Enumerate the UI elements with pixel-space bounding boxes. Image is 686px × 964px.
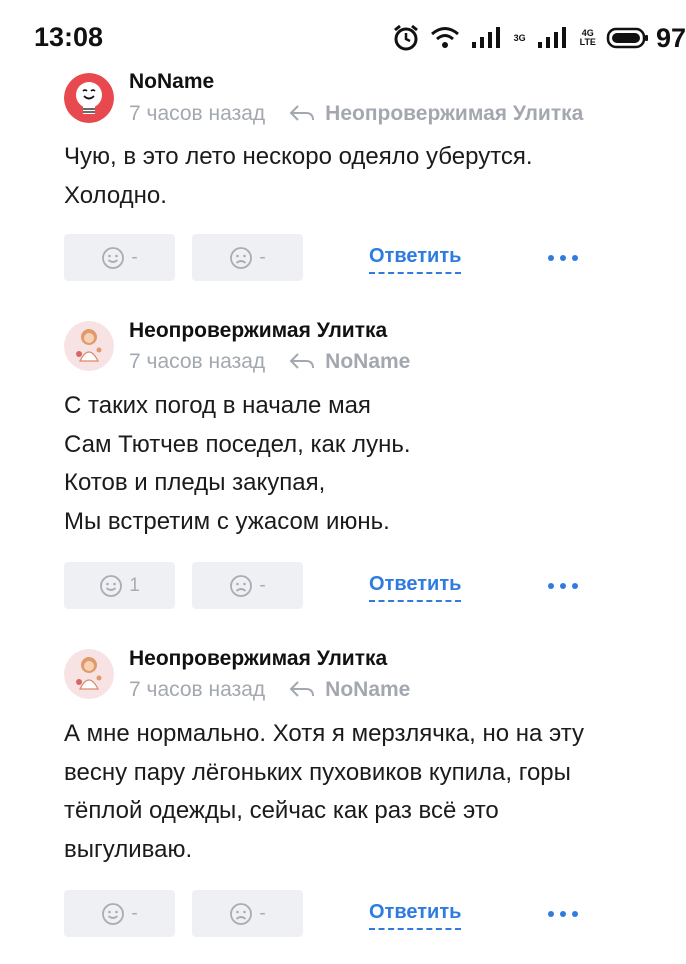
dislike-button[interactable]: - bbox=[192, 562, 303, 609]
avatar[interactable] bbox=[64, 649, 114, 699]
dislike-count: - bbox=[259, 574, 266, 596]
like-button[interactable]: - bbox=[64, 890, 175, 937]
comment-line: А мне нормально. Хотя я мерзлячка, но на… bbox=[64, 720, 584, 747]
wifi-icon bbox=[430, 27, 459, 48]
comment-body: А мне нормально. Хотя я мерзлячка, но на… bbox=[64, 715, 684, 869]
like-count: 1 bbox=[129, 574, 140, 596]
comment-line: Котов и пледы закупая, bbox=[64, 469, 326, 496]
battery-percent: 97 bbox=[655, 22, 686, 53]
comment-line: Чую, в это лето нескоро одеяло уберутся. bbox=[64, 143, 533, 170]
network-4g-bottom: LTE bbox=[579, 37, 596, 47]
comment-author[interactable]: NoName bbox=[129, 70, 214, 94]
status-time: 13:08 bbox=[34, 22, 104, 52]
smile-icon bbox=[102, 246, 125, 269]
comment-time: 7 часов назад bbox=[129, 102, 266, 125]
reply-to-link[interactable]: NoName bbox=[289, 678, 410, 702]
comment-time: 7 часов назад bbox=[129, 678, 266, 701]
smile-icon bbox=[102, 902, 125, 925]
comment-meta: 7 часов назад NoName bbox=[129, 678, 410, 702]
avatar[interactable] bbox=[64, 73, 114, 123]
more-options-icon[interactable] bbox=[548, 252, 578, 264]
more-options-icon[interactable] bbox=[548, 580, 578, 592]
reply-to-name: Неопровержимая Улитка bbox=[325, 102, 584, 125]
battery-icon bbox=[606, 27, 648, 49]
reply-button[interactable]: Ответить bbox=[369, 573, 462, 602]
lightbulb-avatar-icon bbox=[64, 73, 114, 123]
reply-to-link[interactable]: NoName bbox=[289, 350, 410, 374]
comment-line: выгуливаю. bbox=[64, 835, 193, 863]
reply-to-name: NoName bbox=[325, 678, 411, 701]
sad-icon bbox=[230, 246, 253, 269]
comment-author[interactable]: Неопровержимая Улитка bbox=[129, 647, 387, 671]
comment-line: Мы встретим с ужасом июнь. bbox=[64, 507, 390, 535]
comment-line: Сам Тютчев поседел, как лунь. bbox=[64, 430, 411, 458]
network-3g-label: 3G bbox=[513, 32, 526, 43]
dislike-count: - bbox=[259, 246, 266, 268]
reply-to-name: NoName bbox=[325, 350, 411, 373]
comment-time: 7 часов назад bbox=[129, 350, 266, 373]
dislike-button[interactable]: - bbox=[192, 234, 303, 281]
signal-icon bbox=[471, 27, 500, 48]
comment-line: Холодно. bbox=[64, 181, 167, 209]
smile-icon bbox=[100, 574, 123, 597]
reply-to-link[interactable]: Неопровержимая Улитка bbox=[289, 102, 583, 126]
network-4g-label: 4G LTE bbox=[580, 29, 596, 47]
comment-meta: 7 часов назад Неопровержимая Улитка bbox=[129, 102, 583, 126]
avatar[interactable] bbox=[64, 321, 114, 371]
like-button[interactable]: 1 bbox=[64, 562, 175, 609]
reply-arrow-icon bbox=[289, 353, 315, 369]
comment-body: С таких погод в начале мая Сам Тютчев по… bbox=[64, 387, 664, 541]
comment-meta: 7 часов назад NoName bbox=[129, 350, 410, 374]
comment-line: весну пару лёгоньких пуховиков купила, г… bbox=[64, 758, 571, 786]
dislike-button[interactable]: - bbox=[192, 890, 303, 937]
like-count: - bbox=[131, 902, 138, 924]
sad-icon bbox=[230, 902, 253, 925]
reply-arrow-icon bbox=[289, 681, 315, 697]
comment-line: тёплой одежды, сейчас как раз всё это bbox=[64, 797, 499, 824]
status-icons: 3G 4G LTE 97 bbox=[382, 20, 686, 56]
alarm-icon bbox=[393, 24, 418, 51]
status-bar: 13:08 3G 4G LTE 97 bbox=[0, 0, 686, 66]
comment-line: С таких погод в начале мая bbox=[64, 392, 371, 419]
comment-author[interactable]: Неопровержимая Улитка bbox=[129, 319, 387, 343]
reply-button[interactable]: Ответить bbox=[369, 901, 462, 930]
reply-arrow-icon bbox=[289, 105, 315, 121]
like-button[interactable]: - bbox=[64, 234, 175, 281]
like-count: - bbox=[131, 246, 138, 268]
signal-icon-2 bbox=[537, 27, 566, 48]
snail-avatar-icon bbox=[64, 321, 114, 371]
dislike-count: - bbox=[259, 902, 266, 924]
sad-icon bbox=[230, 574, 253, 597]
more-options-icon[interactable] bbox=[548, 908, 578, 920]
reply-button[interactable]: Ответить bbox=[369, 245, 462, 274]
comment-body: Чую, в это лето нескоро одеяло уберутся.… bbox=[64, 138, 664, 215]
snail-avatar-icon bbox=[64, 649, 114, 699]
